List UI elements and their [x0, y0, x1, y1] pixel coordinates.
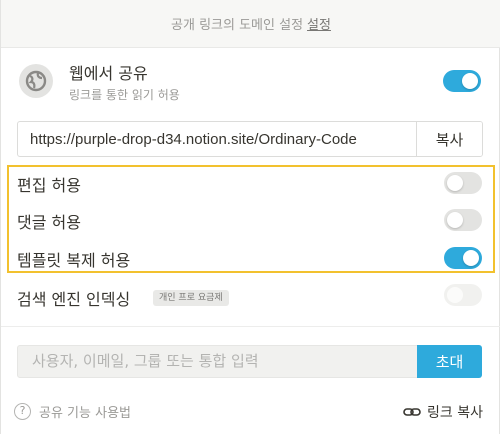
allow-duplicate-template-toggle[interactable] [444, 247, 482, 269]
allow-edit-toggle[interactable] [444, 172, 482, 194]
divider [1, 326, 500, 327]
invite-button[interactable]: 초대 [417, 345, 482, 378]
share-subtitle: 링크를 통한 읽기 허용 [69, 88, 180, 102]
allow-comments-toggle[interactable] [444, 209, 482, 231]
allow-edit-label: 편집 허용 [17, 176, 81, 195]
allow-duplicate-template-label: 템플릿 복제 허용 [17, 251, 131, 270]
public-url-text: https://purple-drop-d34.notion.site/Ordi… [30, 131, 357, 148]
search-indexing-label: 검색 엔진 인덱싱 [17, 290, 131, 309]
domain-settings-text: 공개 링크의 도메인 설정 [171, 18, 304, 33]
globe-icon [19, 64, 53, 98]
share-panel: 공개 링크의 도메인 설정 설정 웹에서 공유 링크를 통한 읽기 허용 htt… [0, 0, 500, 434]
share-title: 웹에서 공유 [69, 64, 148, 83]
copy-url-button[interactable]: 복사 [416, 122, 482, 156]
link-icon [403, 405, 421, 419]
footer: ? 공유 기능 사용법 링크 복사 [1, 396, 500, 434]
domain-settings-link[interactable]: 설정 [307, 14, 331, 33]
search-indexing-toggle [444, 284, 482, 306]
help-circle-icon: ? [14, 403, 31, 420]
help-link[interactable]: ? 공유 기능 사용법 [14, 402, 131, 421]
allow-comments-label: 댓글 허용 [17, 213, 81, 232]
invite-input[interactable]: 사용자, 이메일, 그룹 또는 통합 입력 [17, 345, 419, 378]
share-to-web-toggle[interactable] [443, 70, 481, 92]
copy-link-button[interactable]: 링크 복사 [403, 402, 483, 422]
public-url-field[interactable]: https://purple-drop-d34.notion.site/Ordi… [17, 121, 483, 157]
share-to-web-row: 웹에서 공유 링크를 통한 읽기 허용 [17, 60, 485, 104]
help-label: 공유 기능 사용법 [39, 406, 131, 421]
copy-link-label: 링크 복사 [427, 405, 483, 421]
plan-badge: 개인 프로 요금제 [153, 290, 229, 306]
domain-settings-banner: 공개 링크의 도메인 설정 설정 [1, 0, 500, 48]
